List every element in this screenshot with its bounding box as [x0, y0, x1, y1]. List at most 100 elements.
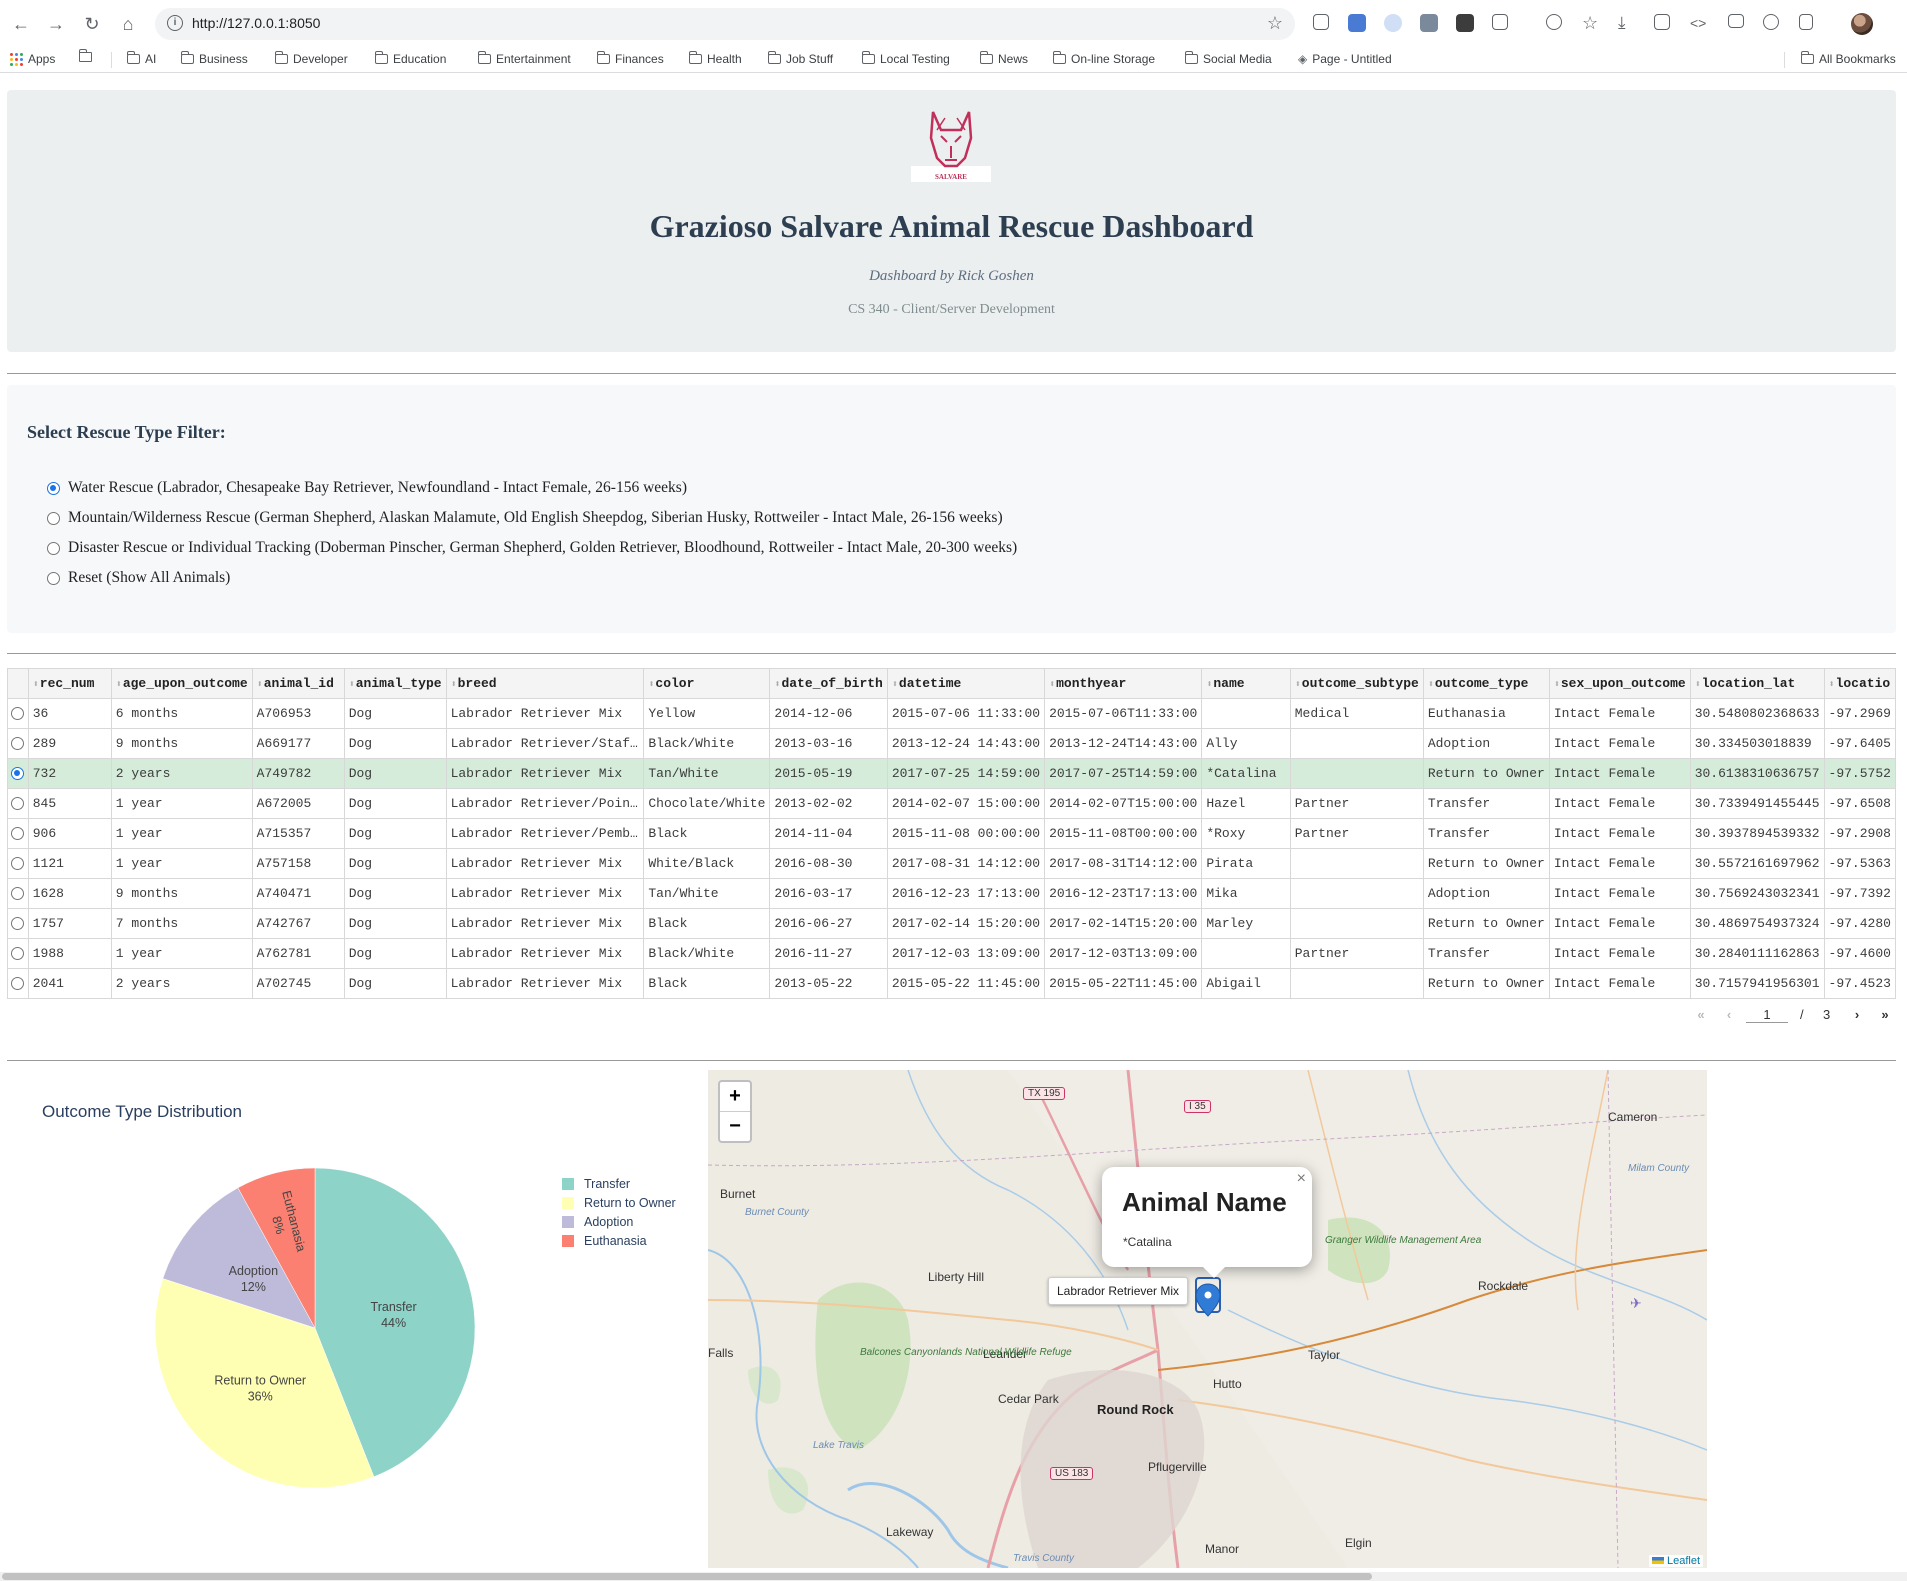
- row-radio-button[interactable]: [11, 797, 25, 810]
- site-info-icon[interactable]: i: [167, 15, 183, 31]
- row-radio-button[interactable]: [11, 887, 25, 900]
- horizontal-scrollbar[interactable]: [0, 1572, 1907, 1581]
- last-page-icon[interactable]: »: [1874, 1007, 1896, 1027]
- row-selector[interactable]: [7, 728, 29, 759]
- radio-button[interactable]: [47, 511, 60, 525]
- extension-notion-icon[interactable]: [1313, 14, 1329, 30]
- bookmark-finances[interactable]: Finances: [596, 51, 664, 66]
- filter-option-mountain-rescue[interactable]: Mountain/Wilderness Rescue (German Sheph…: [47, 509, 1003, 527]
- translate-page-icon[interactable]: [1654, 14, 1670, 30]
- sort-icon[interactable]: ⬍: [1554, 680, 1560, 691]
- location-map[interactable]: TX 195 I 35 US 183 Burnet Burnet County …: [708, 1070, 1707, 1568]
- row-selector[interactable]: [7, 818, 29, 849]
- zoom-in-button[interactable]: +: [720, 1082, 750, 1111]
- radio-button[interactable]: [47, 541, 60, 555]
- bookmark-entertainment[interactable]: Entertainment: [477, 51, 571, 66]
- address-bar[interactable]: i http://127.0.0.1:8050 ☆: [155, 8, 1295, 40]
- bookmark-job-stuff[interactable]: Job Stuff: [767, 51, 833, 66]
- back-arrow-icon[interactable]: ←: [9, 12, 33, 36]
- radio-button-selected[interactable]: [47, 481, 60, 495]
- column-header[interactable]: ⬍outcome_subtype: [1289, 668, 1424, 699]
- animal-data-table-container[interactable]: ⬍rec_num ⬍age_upon_outcome ⬍animal_id ⬍anim…: [7, 668, 1896, 999]
- bookmark-online-storage[interactable]: On-line Storage: [1052, 51, 1155, 66]
- table-row[interactable]: 732 2 years A749782 Dog Labrador Retriever M…: [7, 758, 1896, 789]
- sort-icon[interactable]: ⬍: [349, 680, 355, 691]
- download-icon[interactable]: ⤓: [1618, 14, 1636, 32]
- bookmark-ai[interactable]: AI: [126, 51, 156, 66]
- column-header[interactable]: ⬍sex_upon_outcome: [1548, 668, 1691, 699]
- row-radio-button[interactable]: [11, 827, 25, 840]
- legend-item[interactable]: Transfer: [562, 1174, 676, 1193]
- sort-icon[interactable]: ⬍: [116, 680, 122, 691]
- bookmark-page-untitled[interactable]: ◈ Page - Untitled: [1298, 52, 1392, 66]
- sort-icon[interactable]: ⬍: [648, 680, 654, 691]
- table-row[interactable]: 1628 9 months A740471 Dog Labrador Retriever…: [7, 878, 1896, 909]
- sort-icon[interactable]: ⬍: [1829, 680, 1835, 691]
- bookmark-news[interactable]: News: [979, 51, 1028, 66]
- outcome-pie-chart[interactable]: Transfer 44%Return to Owner 36%Adoption 12%…: [0, 1140, 640, 1560]
- extensions-puzzle-icon[interactable]: [1492, 14, 1508, 30]
- table-row[interactable]: 2041 2 years A702745 Dog Labrador Retriever …: [7, 968, 1896, 999]
- table-row[interactable]: 289 9 months A669177 Dog Labrador Retriever/…: [7, 728, 1896, 759]
- code-icon[interactable]: <>: [1690, 14, 1708, 32]
- scrollbar-thumb[interactable]: [2, 1573, 1372, 1580]
- zoom-out-button[interactable]: −: [720, 1111, 750, 1141]
- row-selector[interactable]: [7, 848, 29, 879]
- sort-icon[interactable]: ⬍: [1695, 680, 1701, 691]
- row-selector[interactable]: [7, 908, 29, 939]
- column-header[interactable]: ⬍rec_num: [27, 668, 112, 699]
- extension-image-icon[interactable]: [1420, 14, 1438, 32]
- sort-icon[interactable]: ⬍: [1428, 680, 1434, 691]
- row-radio-button[interactable]: [11, 947, 25, 960]
- column-header[interactable]: ⬍datetime: [886, 668, 1046, 699]
- column-header[interactable]: ⬍outcome_type: [1422, 668, 1550, 699]
- filter-option-reset[interactable]: Reset (Show All Animals): [47, 569, 230, 587]
- page-number-input[interactable]: 1: [1746, 1007, 1788, 1023]
- table-row[interactable]: 845 1 year A672005 Dog Labrador Retriever/Po…: [7, 788, 1896, 819]
- filter-option-water-rescue[interactable]: Water Rescue (Labrador, Chesapeake Bay R…: [47, 479, 687, 497]
- bookmark-star-icon[interactable]: ☆: [1267, 13, 1283, 34]
- bookmark-health[interactable]: Health: [688, 51, 742, 66]
- column-header[interactable]: ⬍color: [643, 668, 771, 699]
- column-header[interactable]: ⬍date_of_birth: [769, 668, 888, 699]
- column-header[interactable]: ⬍animal_id: [251, 668, 345, 699]
- sort-icon[interactable]: ⬍: [1295, 680, 1301, 691]
- tab-groups-icon[interactable]: [78, 49, 92, 62]
- legend-item[interactable]: Return to Owner: [562, 1193, 676, 1212]
- row-selector[interactable]: [7, 698, 29, 729]
- table-row[interactable]: 1121 1 year A757158 Dog Labrador Retriever M…: [7, 848, 1896, 879]
- table-row[interactable]: 36 6 months A706953 Dog Labrador Retriever M…: [7, 698, 1896, 729]
- row-radio-button[interactable]: [11, 707, 25, 720]
- close-icon[interactable]: ×: [1297, 1170, 1306, 1188]
- bookmark-social-media[interactable]: Social Media: [1184, 51, 1272, 66]
- sort-icon[interactable]: ⬍: [1206, 680, 1212, 691]
- table-row[interactable]: 1988 1 year A762781 Dog Labrador Retriever M…: [7, 938, 1896, 969]
- extension-ad-icon[interactable]: [1546, 14, 1562, 30]
- first-page-icon[interactable]: «: [1690, 1007, 1712, 1027]
- row-selector[interactable]: [7, 938, 29, 969]
- bookmark-apps[interactable]: Apps: [10, 52, 55, 66]
- legend-item[interactable]: Euthanasia: [562, 1231, 676, 1250]
- table-row[interactable]: 906 1 year A715357 Dog Labrador Retriever/Pe…: [7, 818, 1896, 849]
- sort-icon[interactable]: ⬍: [451, 680, 457, 691]
- sort-icon[interactable]: ⬍: [774, 680, 780, 691]
- bookmark-local-testing[interactable]: Local Testing: [861, 51, 950, 66]
- column-header[interactable]: ⬍name: [1201, 668, 1291, 699]
- sort-icon[interactable]: ⬍: [257, 680, 263, 691]
- next-page-icon[interactable]: ›: [1846, 1007, 1868, 1027]
- reload-icon[interactable]: ↻: [80, 12, 104, 36]
- sort-icon[interactable]: ⬍: [33, 680, 39, 691]
- row-radio-button[interactable]: [11, 737, 25, 750]
- screenshot-icon[interactable]: [1728, 14, 1744, 28]
- column-header[interactable]: ⬍animal_type: [343, 668, 447, 699]
- forward-arrow-icon[interactable]: →: [44, 12, 68, 36]
- extension-grammar-icon[interactable]: [1384, 14, 1402, 32]
- row-selector[interactable]: [7, 878, 29, 909]
- column-header[interactable]: ⬍age_upon_outcome: [110, 668, 253, 699]
- row-radio-button[interactable]: [11, 977, 25, 990]
- table-row[interactable]: 1757 7 months A742767 Dog Labrador Retriever…: [7, 908, 1896, 939]
- previous-page-icon[interactable]: ‹: [1718, 1007, 1740, 1027]
- all-bookmarks[interactable]: All Bookmarks: [1800, 51, 1896, 66]
- trash-icon[interactable]: [1799, 14, 1813, 30]
- row-radio-button[interactable]: [11, 917, 25, 930]
